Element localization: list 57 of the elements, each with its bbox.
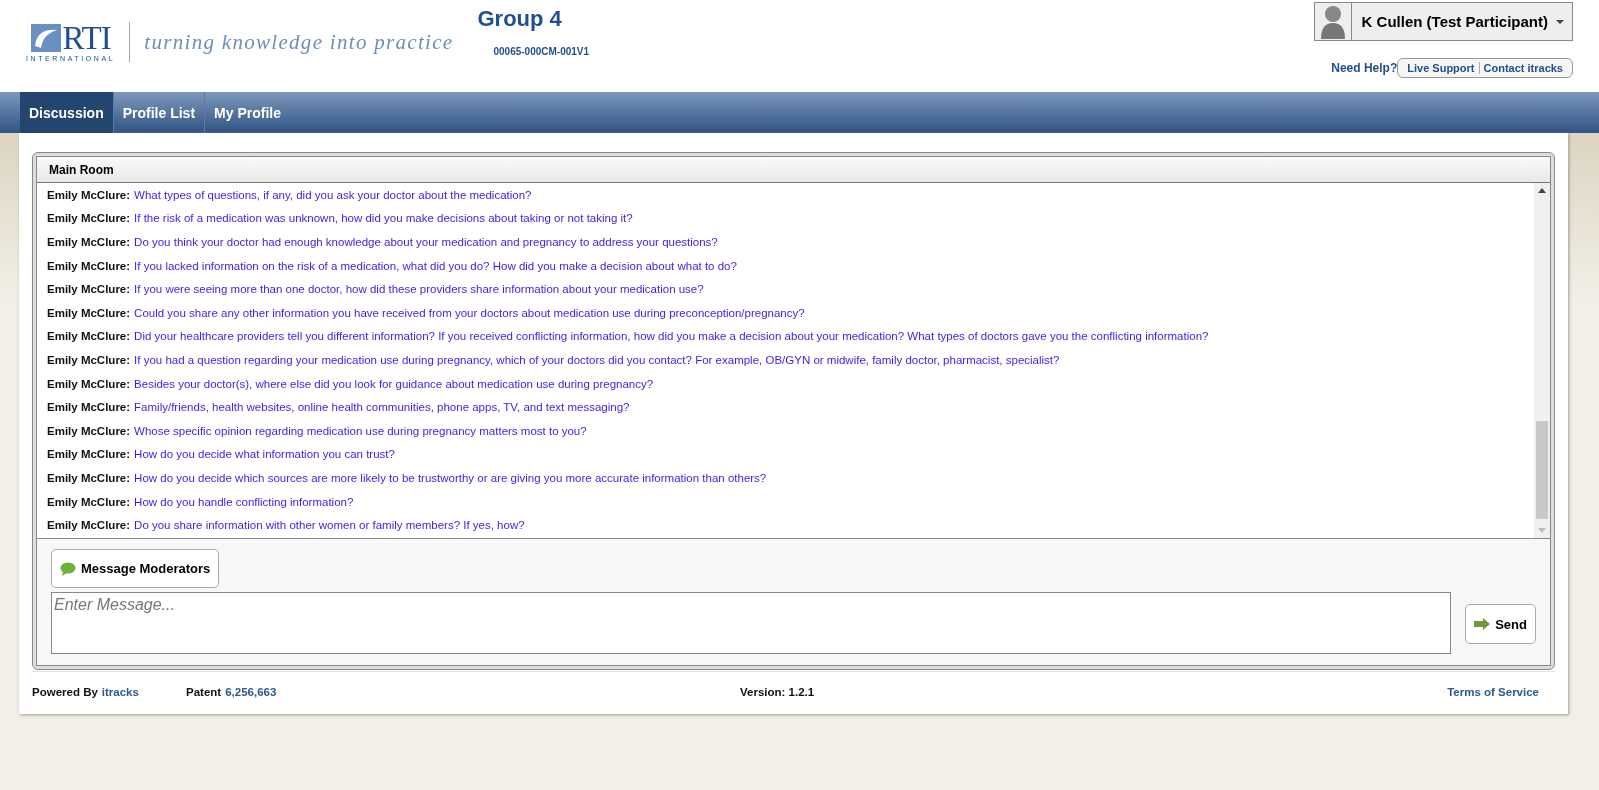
patent-link[interactable]: 6,256,663	[225, 686, 277, 698]
message-author: Emily McClure:	[47, 283, 131, 296]
message-author: Emily McClure:	[47, 236, 131, 248]
message-text: How do you decide which sources are more likely to be trustworthy or are giving you more accurate information than others?	[134, 471, 767, 484]
message-text: Family/friends, health websites, online health communities, phone apps, TV, and text messaging?	[134, 401, 630, 414]
message-author: Emily McClure:	[47, 330, 131, 343]
message-author: Emily McClure:	[47, 424, 131, 437]
message-text: Whose specific opinion regarding medication use during pregnancy matters most to you?	[134, 424, 587, 437]
message-author: Emily McClure:	[47, 377, 131, 390]
need-help-label: Need Help?	[1331, 61, 1398, 75]
logo-wordmark: RTI	[62, 22, 111, 53]
avatar-silhouette-icon	[1319, 4, 1346, 39]
message-text: Could you share any other information you have received from your doctors about medication use during preconception/pregnancy?	[134, 306, 805, 319]
group-code: 00065-000CM-001V1	[493, 46, 590, 57]
message-text: Besides your doctor(s), where else did you look for guidance about medication use during pregnancy?	[134, 377, 654, 390]
scroll-up-icon	[1538, 188, 1546, 193]
message-text: If you had a question regarding your medication use during pregnancy, which of your doctors did you contact? For example, OB/GYN or midwife, family doctor, pharmacist, specialist?	[134, 353, 1060, 366]
message-moderators-button[interactable]: Message Moderators	[51, 549, 220, 588]
powered-by-label: Powered By	[32, 686, 98, 698]
logo-swirl-icon	[30, 23, 61, 52]
caret-icon	[1556, 19, 1564, 24]
message-text: How do you handle conflicting information?	[134, 495, 354, 508]
message-author: Emily McClure:	[47, 448, 131, 461]
message-author: Emily McClure:	[47, 306, 131, 319]
message-text: How do you decide what information you can trust?	[134, 448, 395, 461]
message-text: If you lacked information on the risk of a medication, what did you do? How did you make a decision about what to do?	[134, 259, 737, 272]
itracks-link[interactable]: itracks	[101, 686, 139, 698]
help-link[interactable]: Contact itracks	[1478, 62, 1567, 74]
message-author: Emily McClure:	[47, 353, 131, 366]
message-author: Emily McClure:	[47, 519, 131, 532]
scroll-down-icon	[1538, 528, 1546, 533]
scroll-thumb[interactable]	[1536, 421, 1548, 519]
message-field[interactable]: Enter Message...	[51, 592, 1452, 654]
message-author: Emily McClure:	[47, 259, 131, 272]
help-link[interactable]: Live Support	[1403, 62, 1479, 74]
patent-label: Patent	[186, 686, 222, 698]
send-button[interactable]: Send	[1465, 604, 1536, 644]
tagline: turning knowledge into practice	[144, 29, 454, 55]
version-text: Version: 1.2.1	[740, 686, 815, 698]
message-text: Do you think your doctor had enough knowledge about your medication and pregnancy to address your questions?	[134, 236, 718, 248]
message-text: Do you share information with other women or family members? If yes, how?	[134, 519, 525, 532]
message-author: Emily McClure:	[47, 401, 131, 414]
terms-link[interactable]: Terms of Service	[1447, 686, 1539, 698]
scrollbar[interactable]	[1534, 183, 1550, 538]
arrow-right-icon	[1474, 618, 1491, 630]
message-text: If the risk of a medication was unknown, how did you make decisions about taking or not taking it?	[134, 212, 633, 225]
message-text: Did your healthcare providers tell you different information? If you received conflicting information, how did you make a decision about your medication? What types of doctors gave you the conflicting information?	[134, 330, 1209, 343]
message-author: Emily McClure:	[47, 471, 131, 484]
message-author: Emily McClure:	[47, 495, 131, 508]
nav-tab[interactable]: Discussion	[20, 92, 113, 133]
speech-bubble-icon	[60, 561, 76, 576]
message-author: Emily McClure:	[47, 212, 131, 225]
message-text: What types of questions, if any, did you ask your doctor about the medication?	[134, 188, 532, 201]
message-author: Emily McClure:	[47, 188, 131, 201]
group-title: Group 4	[477, 6, 563, 32]
user-menu-button[interactable]: K Cullen (Test Participant)	[1313, 2, 1573, 41]
message-text: If you were seeing more than one doctor, how did these providers share information about your medication use?	[134, 283, 704, 296]
